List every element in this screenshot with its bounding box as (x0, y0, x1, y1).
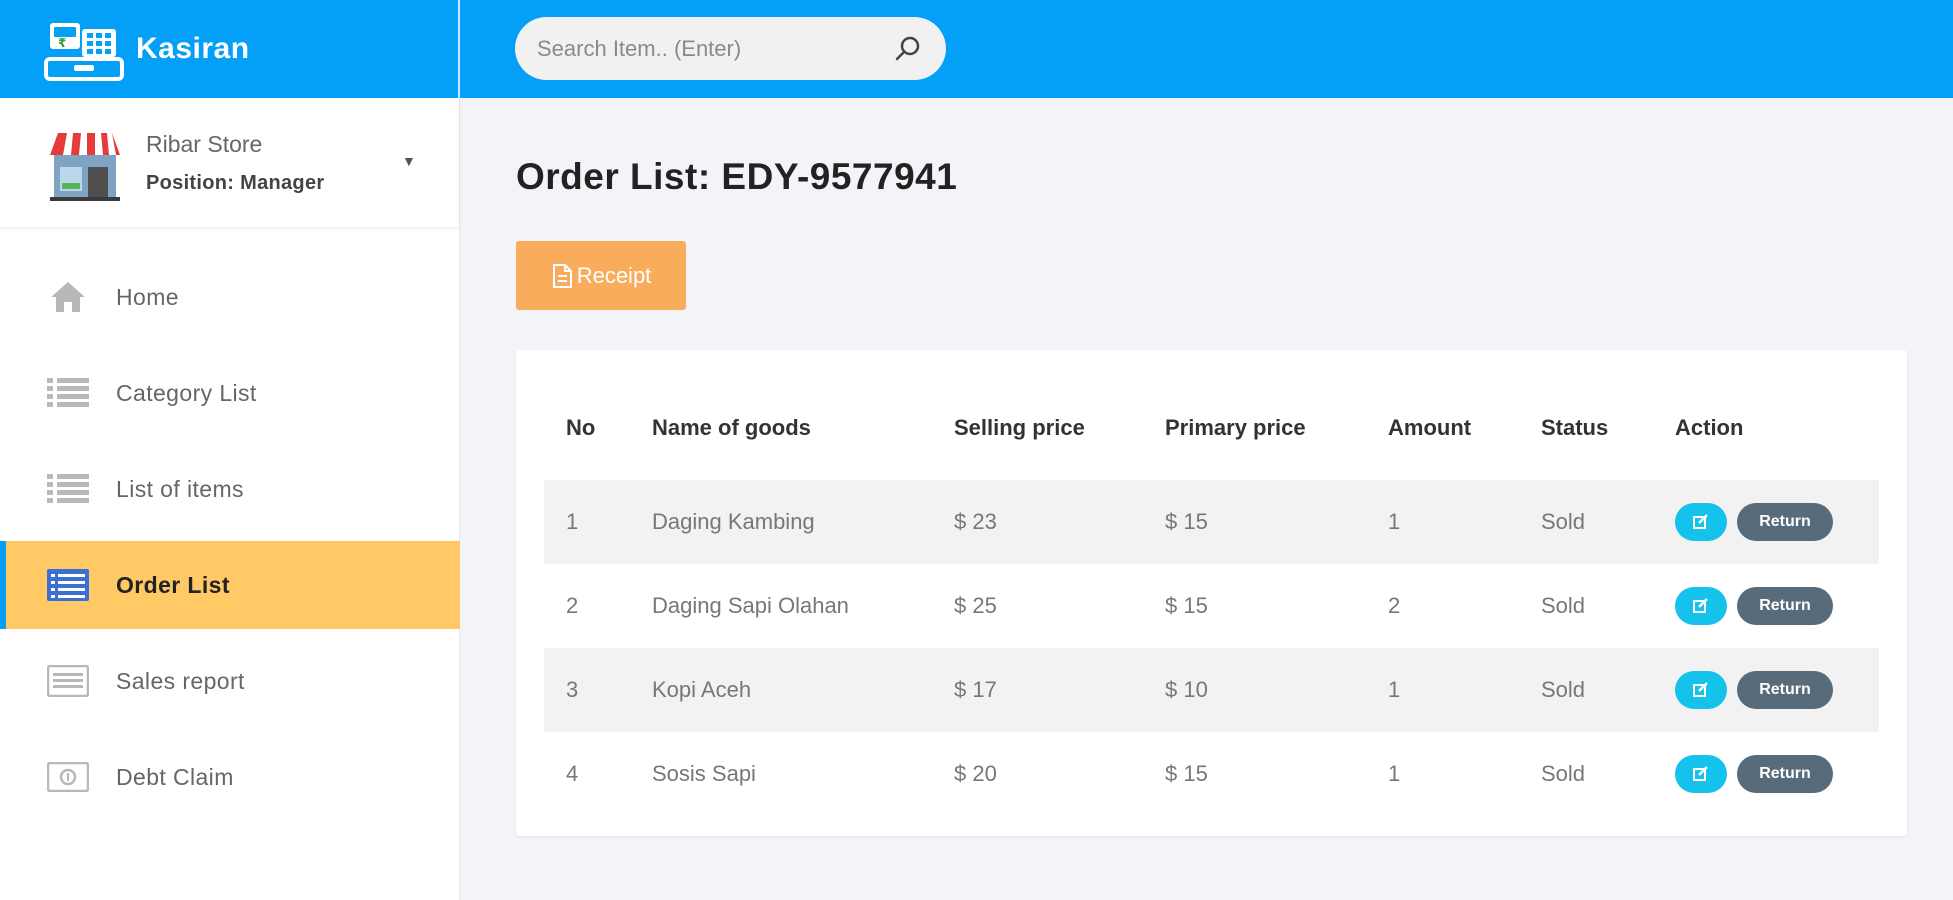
cell-no: 1 (544, 480, 630, 564)
sidebar-item-sales-report[interactable]: Sales report (0, 637, 460, 725)
cell-primary-price: $ 15 (1165, 761, 1208, 786)
edit-icon (1693, 514, 1708, 529)
home-icon (46, 279, 90, 315)
store-icon (50, 132, 120, 201)
cell-name: Daging Kambing (630, 480, 932, 564)
report-icon (46, 663, 90, 699)
sidebar-item-category-list[interactable]: Category List (0, 349, 460, 437)
column-header-selling-price: Selling price (954, 415, 1085, 440)
search-icon[interactable] (892, 33, 924, 65)
cell-action: Return (1653, 480, 1879, 564)
table-row: 2 Daging Sapi Olahan $ 25 $ 15 2 Sold Re… (544, 564, 1879, 648)
order-list-icon (46, 567, 90, 603)
cell-action: Return (1653, 648, 1879, 732)
cell-no: 2 (566, 593, 579, 618)
cell-name: Daging Sapi Olahan (652, 593, 849, 618)
cell-primary-price: $ 10 (1143, 648, 1366, 732)
search-input[interactable] (537, 35, 892, 62)
cell-selling-price: $ 20 (954, 761, 997, 786)
edit-button[interactable] (1675, 755, 1727, 793)
sidebar-item-order-list[interactable]: Order List (0, 541, 460, 629)
sidebar-nav: Home Category List List of items Order L… (0, 253, 460, 829)
cell-primary-price: $ 15 (1143, 480, 1366, 564)
sidebar-item-label: Category List (116, 379, 257, 406)
column-header-amount: Amount (1388, 415, 1472, 440)
cell-amount: 2 (1388, 593, 1401, 618)
store-selector[interactable]: Ribar Store Position: Manager ▼ (0, 98, 459, 228)
top-bar: ₹ Kasiran (0, 0, 1953, 98)
cell-name: Sosis Sapi (652, 761, 756, 786)
file-icon (552, 263, 572, 288)
table-row: 3 Kopi Aceh $ 17 $ 10 1 Sold Return (544, 648, 1879, 732)
search-bar[interactable] (515, 17, 946, 80)
list-icon (46, 375, 90, 411)
cell-selling-price: $ 25 (954, 593, 997, 618)
return-button[interactable]: Return (1737, 503, 1833, 541)
brand[interactable]: ₹ Kasiran (0, 0, 460, 98)
cell-action: Return (1653, 732, 1879, 816)
cell-selling-price: $ 17 (932, 648, 1143, 732)
money-icon (46, 759, 90, 795)
edit-icon (1693, 766, 1708, 781)
column-header-action: Action (1675, 415, 1744, 440)
table-row: 1 Daging Kambing $ 23 $ 15 1 Sold Return (544, 480, 1879, 564)
edit-icon (1693, 682, 1708, 697)
table-row: 4 Sosis Sapi $ 20 $ 15 1 Sold Return (544, 732, 1879, 816)
sidebar-item-label: Home (116, 283, 179, 310)
cell-name: Kopi Aceh (630, 648, 932, 732)
column-header-no: No (566, 415, 596, 440)
caret-down-icon[interactable]: ▼ (402, 153, 416, 169)
cell-selling-price: $ 23 (932, 480, 1143, 564)
sidebar-item-label: List of items (116, 475, 244, 502)
sidebar-item-list-of-items[interactable]: List of items (0, 445, 460, 533)
cell-status: Sold (1519, 648, 1653, 732)
return-button[interactable]: Return (1737, 671, 1833, 709)
cell-amount: 1 (1366, 648, 1519, 732)
sidebar-item-label: Order List (116, 571, 230, 598)
edit-button[interactable] (1675, 587, 1727, 625)
cell-status: Sold (1541, 761, 1586, 786)
order-table: No Name of goods Selling price Primary p… (544, 376, 1879, 816)
store-position: Position: Manager (146, 171, 325, 194)
table-header-row: No Name of goods Selling price Primary p… (544, 376, 1879, 480)
column-header-primary-price: Primary price (1165, 415, 1306, 440)
order-table-card: No Name of goods Selling price Primary p… (516, 350, 1907, 836)
sidebar-item-debt-claim[interactable]: Debt Claim (0, 733, 460, 821)
edit-button[interactable] (1675, 503, 1727, 541)
edit-icon (1693, 598, 1708, 613)
store-name: Ribar Store (146, 130, 263, 157)
sidebar-item-label: Sales report (116, 667, 245, 694)
cell-amount: 1 (1388, 761, 1401, 786)
cell-no: 3 (544, 648, 630, 732)
edit-button[interactable] (1675, 671, 1727, 709)
receipt-button[interactable]: Receipt (516, 241, 686, 310)
return-button[interactable]: Return (1737, 755, 1833, 793)
receipt-label: Receipt (576, 262, 652, 288)
cell-amount: 1 (1366, 480, 1519, 564)
brand-name: Kasiran (136, 32, 250, 65)
cell-status: Sold (1541, 593, 1586, 618)
list-icon (46, 471, 90, 507)
cell-no: 4 (566, 761, 579, 786)
sidebar-item-label: Debt Claim (116, 763, 234, 790)
cell-action: Return (1653, 564, 1879, 648)
page-title: Order List: EDY-9577941 (516, 156, 958, 197)
cell-primary-price: $ 15 (1165, 593, 1208, 618)
column-header-status: Status (1541, 415, 1609, 440)
cell-status: Sold (1519, 480, 1653, 564)
sidebar-item-home[interactable]: Home (0, 253, 460, 341)
svg-text:₹: ₹ (58, 36, 66, 50)
cash-register-icon: ₹ (44, 23, 124, 81)
return-button[interactable]: Return (1737, 587, 1833, 625)
column-header-name: Name of goods (652, 415, 811, 440)
sidebar: Ribar Store Position: Manager ▼ Home Cat… (0, 98, 460, 900)
